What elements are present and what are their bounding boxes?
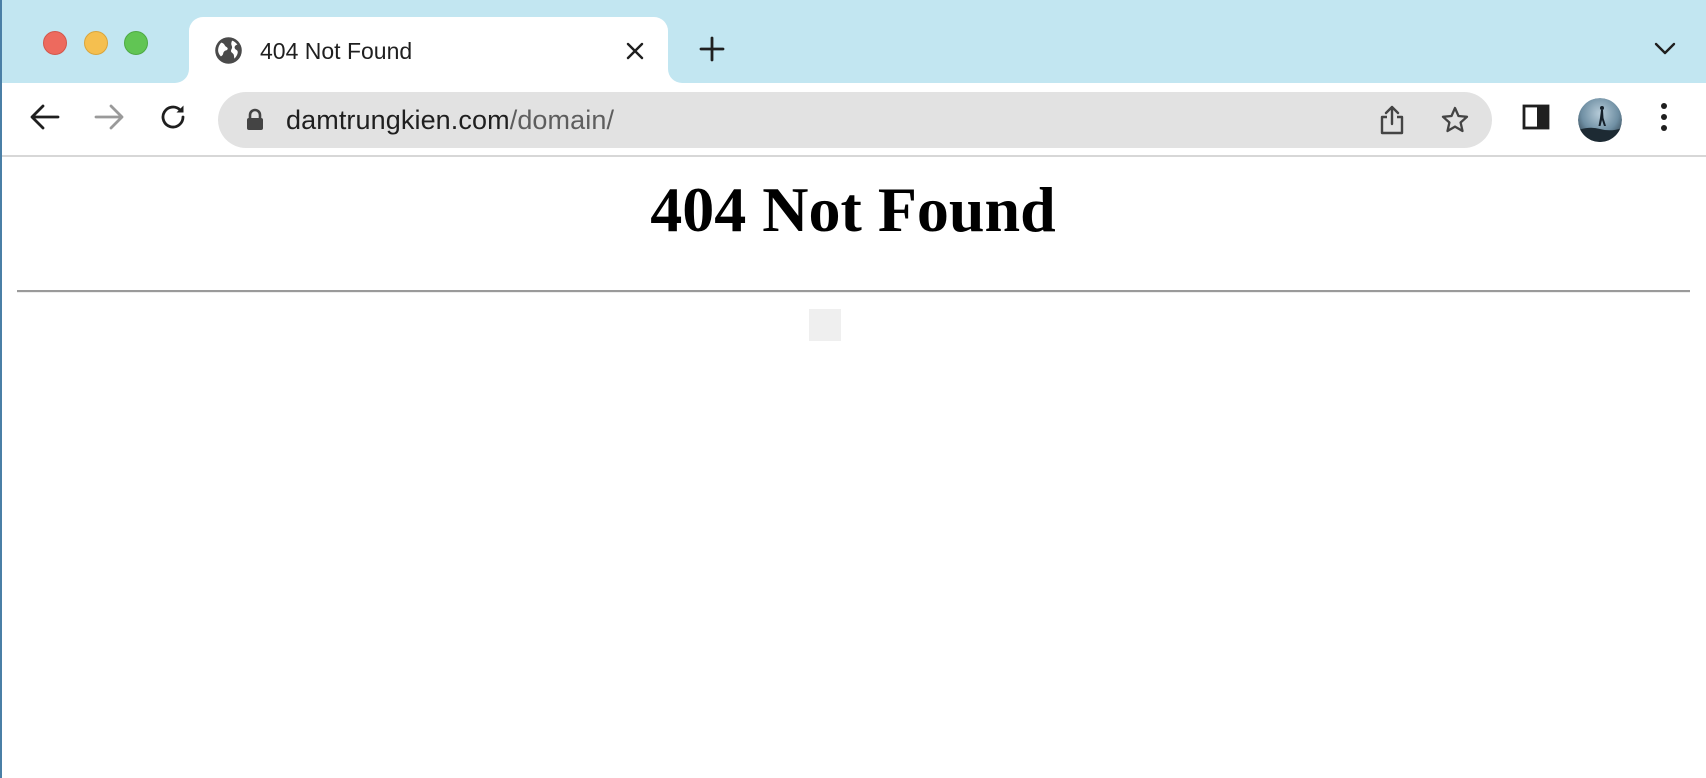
minimize-window-button[interactable]: [84, 31, 108, 55]
kebab-menu-icon: [1660, 102, 1668, 137]
tab-active[interactable]: 404 Not Found: [189, 17, 668, 83]
new-tab-button[interactable]: [694, 33, 730, 69]
url-path: /domain/: [509, 105, 615, 135]
arrow-left-icon: [30, 104, 60, 135]
page-content: 404 Not Found: [0, 157, 1706, 778]
forward-button[interactable]: [88, 98, 130, 140]
tab-strip: 404 Not Found: [0, 0, 1706, 83]
plus-icon: [699, 36, 725, 67]
reload-icon: [158, 102, 188, 137]
avatar[interactable]: [1578, 98, 1622, 142]
menu-button[interactable]: [1643, 98, 1685, 140]
close-icon[interactable]: [622, 38, 648, 64]
tab-search-button[interactable]: [1650, 36, 1680, 66]
divider: [17, 290, 1690, 293]
star-icon[interactable]: [1436, 101, 1474, 139]
page-title: 404 Not Found: [650, 174, 1056, 245]
side-panel-icon: [1522, 104, 1550, 135]
url-text[interactable]: damtrungkien.com/domain/: [286, 103, 614, 137]
browser-toolbar: damtrungkien.com/domain/: [0, 83, 1706, 157]
chevron-down-icon: [1654, 42, 1676, 61]
window-edge: [0, 0, 2, 778]
url-host: damtrungkien.com: [286, 105, 510, 135]
reload-button[interactable]: [152, 98, 194, 140]
side-panel-button[interactable]: [1515, 98, 1557, 140]
address-bar[interactable]: damtrungkien.com/domain/: [218, 92, 1492, 148]
browser-window: 404 Not Found damtrungkien.com/domain/ 4…: [0, 0, 1706, 778]
globe-icon: [214, 36, 243, 65]
lock-icon[interactable]: [245, 108, 265, 132]
close-window-button[interactable]: [43, 31, 67, 55]
back-button[interactable]: [24, 98, 66, 140]
share-icon[interactable]: [1374, 102, 1410, 138]
arrow-right-icon: [94, 104, 124, 135]
tab-title: 404 Not Found: [260, 38, 413, 64]
zoom-window-button[interactable]: [124, 31, 148, 55]
broken-image: [809, 309, 841, 341]
